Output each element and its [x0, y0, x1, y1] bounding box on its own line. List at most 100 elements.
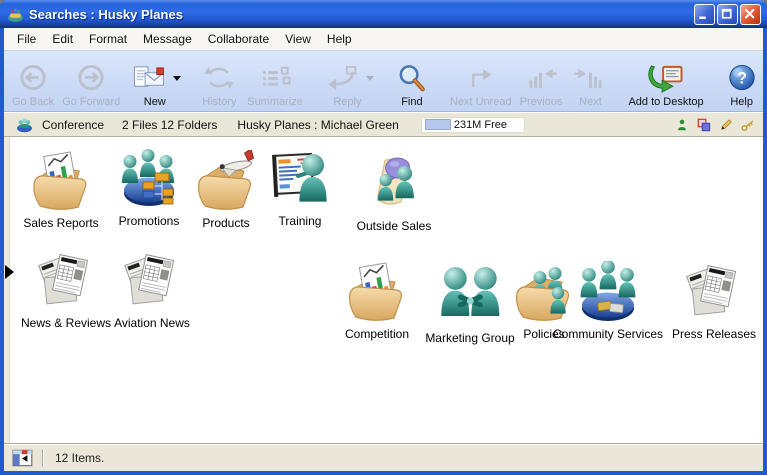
- folder-item-icon: [30, 250, 102, 314]
- statusbar-separator: [42, 449, 43, 467]
- toolbar-button-label: New: [144, 96, 166, 109]
- folder-item-aviation-news[interactable]: Aviation News: [114, 250, 190, 330]
- toolbar-button-label: Next: [579, 96, 602, 109]
- close-button[interactable]: [740, 4, 761, 25]
- folder-item-label: Products: [202, 216, 249, 230]
- folder-item-press-releases[interactable]: Press Releases: [672, 261, 756, 341]
- folder-item-icon: [434, 265, 506, 329]
- toolbar-button-previous: Previous: [517, 54, 566, 109]
- titlebar: Searches : Husky Planes: [0, 0, 767, 28]
- reply-icon: [321, 63, 361, 94]
- folder-item-icon: [113, 148, 185, 212]
- minimize-button[interactable]: [694, 4, 715, 25]
- window-title: Searches : Husky Planes: [29, 7, 694, 22]
- toolbar: Go Back Go Forward New History Summarize…: [4, 51, 763, 112]
- toolbar-button-label: Help: [730, 96, 753, 109]
- menu-item-file[interactable]: File: [9, 30, 44, 48]
- app-window-icon[interactable]: [7, 6, 24, 23]
- menu-item-message[interactable]: Message: [135, 30, 200, 48]
- folder-item-training[interactable]: Training: [264, 148, 336, 228]
- toolbar-button-next-unread: Next Unread: [447, 54, 515, 109]
- folder-item-label: Promotions: [119, 214, 180, 228]
- go-back-icon: [13, 63, 53, 94]
- infobar-location: Husky Planes : Michael Green: [237, 118, 398, 132]
- toolbar-button-go-forward: Go Forward: [59, 54, 123, 109]
- folder-item-community-services[interactable]: Community Services: [553, 261, 663, 341]
- summarize-icon: [255, 63, 295, 94]
- statusbar: 12 Items.: [4, 443, 763, 471]
- folder-item-label: Sales Reports: [23, 216, 98, 230]
- infobar-type-label: Conference: [42, 118, 104, 132]
- toolbar-button-label: Go Forward: [62, 96, 120, 109]
- key-icon: [741, 118, 755, 132]
- toolbar-button-label: Previous: [520, 96, 563, 109]
- conference-icon: [16, 116, 33, 133]
- free-space-label: 231M Free: [454, 119, 507, 131]
- folder-item-label: Press Releases: [672, 327, 756, 341]
- folder-item-label: Community Services: [553, 327, 663, 341]
- free-space-indicator: 231M Free: [421, 117, 525, 133]
- maximize-button[interactable]: [717, 4, 738, 25]
- go-forward-icon: [71, 63, 111, 94]
- folder-item-icon: [116, 250, 188, 314]
- menu-item-edit[interactable]: Edit: [44, 30, 81, 48]
- user-icon: [675, 118, 689, 132]
- folder-item-outside-sales[interactable]: Outside Sales: [357, 153, 432, 233]
- next-unread-icon: [461, 63, 501, 94]
- toolbar-button-label: Go Back: [12, 96, 54, 109]
- folder-item-label: Training: [279, 214, 322, 228]
- folder-item-label: Marketing Group: [425, 331, 514, 345]
- toolbar-button-find[interactable]: Find: [389, 54, 435, 109]
- add-to-desktop-icon: [646, 63, 686, 94]
- pane-splitter-arrow[interactable]: [5, 265, 14, 279]
- menu-item-view[interactable]: View: [277, 30, 319, 48]
- folder-item-label: Outside Sales: [357, 219, 432, 233]
- pane-toggle-icon[interactable]: [12, 449, 34, 467]
- dropdown-arrow-icon[interactable]: [173, 76, 181, 81]
- toolbar-button-label: History: [202, 96, 236, 109]
- toolbar-button-help[interactable]: Help: [719, 54, 765, 109]
- new-message-icon: [128, 63, 168, 94]
- folder-item-icon: [358, 153, 430, 217]
- folder-item-label: Competition: [345, 327, 409, 341]
- previous-icon: [521, 63, 561, 94]
- folder-item-competition[interactable]: Competition: [341, 261, 413, 341]
- menu-item-help[interactable]: Help: [319, 30, 360, 48]
- toolbar-button-label: Find: [401, 96, 422, 109]
- menu-item-collaborate[interactable]: Collaborate: [200, 30, 277, 48]
- windows-icon: [697, 118, 711, 132]
- folder-item-icon: [341, 261, 413, 325]
- folder-item-sales-reports[interactable]: Sales Reports: [23, 150, 98, 230]
- toolbar-button-reply: Reply: [318, 54, 377, 109]
- window-controls: [694, 4, 761, 25]
- pencil-icon: [719, 118, 733, 132]
- infobar: Conference 2 Files 12 Folders Husky Plan…: [4, 112, 763, 137]
- folder-item-label: News & Reviews: [21, 316, 111, 330]
- help-icon: [722, 63, 762, 94]
- dropdown-arrow-icon[interactable]: [366, 76, 374, 81]
- folder-item-icon: [678, 261, 750, 325]
- menubar: FileEditFormatMessageCollaborateViewHelp: [4, 28, 763, 51]
- folder-item-icon: [264, 148, 336, 212]
- toolbar-button-new[interactable]: New: [125, 54, 184, 109]
- toolbar-button-add-to-desktop[interactable]: Add to Desktop: [625, 54, 706, 109]
- folder-item-label: Aviation News: [114, 316, 190, 330]
- folder-item-icon: [190, 150, 262, 214]
- folder-item-icon: [572, 261, 644, 325]
- toolbar-button-label: Add to Desktop: [628, 96, 703, 109]
- items-count: 12 Items.: [55, 451, 104, 465]
- folder-item-marketing-group[interactable]: Marketing Group: [425, 265, 514, 345]
- folder-item-promotions[interactable]: Promotions: [113, 148, 185, 228]
- folder-view: Sales Reports Promotions Products Traini…: [4, 137, 763, 443]
- toolbar-button-next: Next: [567, 54, 613, 109]
- next-icon: [570, 63, 610, 94]
- free-space-bar: [425, 119, 451, 130]
- app-window: Searches : Husky Planes FileEditFormatMe…: [0, 0, 767, 475]
- folder-item-news-reviews[interactable]: News & Reviews: [21, 250, 111, 330]
- folder-item-icon: [25, 150, 97, 214]
- infobar-counts: 2 Files 12 Folders: [122, 118, 217, 132]
- toolbar-button-go-back: Go Back: [9, 54, 57, 109]
- folder-item-products[interactable]: Products: [190, 150, 262, 230]
- menu-item-format[interactable]: Format: [81, 30, 135, 48]
- toolbar-button-label: Next Unread: [450, 96, 512, 109]
